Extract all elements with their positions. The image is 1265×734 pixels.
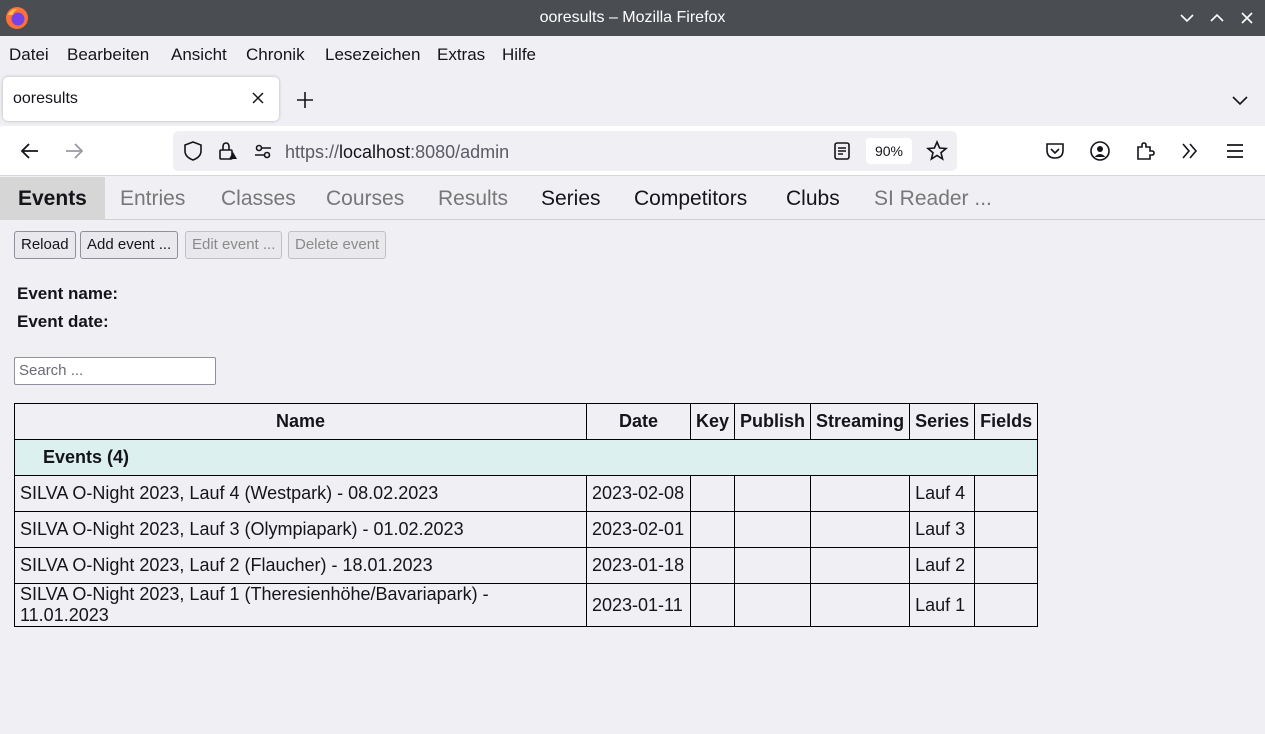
list-all-tabs-icon[interactable]: [1229, 89, 1251, 111]
group-row[interactable]: Events (4): [13, 439, 1039, 476]
bookmark-star-icon[interactable]: [925, 139, 949, 163]
back-icon[interactable]: [18, 139, 42, 163]
col-header-key[interactable]: Key: [689, 403, 736, 440]
col-header-series[interactable]: Series: [909, 403, 976, 440]
search-input[interactable]: Search ...: [14, 357, 216, 385]
extensions-icon[interactable]: [1133, 139, 1157, 163]
col-header-date[interactable]: Date: [586, 403, 691, 440]
table-row[interactable]: SILVA O-Night 2023, Lauf 4 (Westpark) - …: [14, 475, 1039, 512]
cell-fields: [974, 547, 1039, 584]
cell-name: SILVA O-Night 2023, Lauf 2 (Flaucher) - …: [14, 547, 587, 584]
tab-courses[interactable]: Courses: [308, 177, 422, 220]
url-text: https://localhost:8080/admin: [285, 142, 510, 162]
event-date-label: Event date:: [17, 312, 109, 331]
tab-classes[interactable]: Classes: [203, 177, 314, 220]
cell-date: 2023-01-18: [586, 547, 691, 584]
cell-name: SILVA O-Night 2023, Lauf 3 (Olympiapark)…: [14, 511, 587, 548]
cell-key: [689, 583, 736, 627]
event-name-label: Event name:: [17, 284, 119, 303]
app-tabs: Events Entries Classes Courses Results S…: [0, 177, 1265, 220]
overflow-chevron-icon[interactable]: [1178, 139, 1202, 163]
url-bar[interactable]: https://localhost:8080/admin 90%: [173, 131, 957, 171]
menu-extras[interactable]: Extras: [437, 45, 485, 65]
delete-event-button[interactable]: Delete event: [288, 231, 387, 259]
menu-chronik[interactable]: Chronik: [246, 45, 305, 65]
cell-streaming: [810, 511, 911, 548]
cell-streaming: [810, 547, 911, 584]
new-tab-icon[interactable]: [294, 89, 316, 111]
insecure-lock-icon[interactable]: [215, 139, 239, 163]
col-header-name[interactable]: Name: [14, 403, 587, 440]
cell-streaming: [810, 475, 911, 512]
browser-tab[interactable]: ooresults: [3, 77, 279, 121]
table-row[interactable]: SILVA O-Night 2023, Lauf 2 (Flaucher) - …: [14, 547, 1039, 584]
cell-date: 2023-02-01: [586, 511, 691, 548]
cell-date: 2023-01-11: [586, 583, 691, 627]
menu-ansicht[interactable]: Ansicht: [171, 45, 227, 65]
close-window-icon[interactable]: [1236, 7, 1258, 29]
cell-fields: [974, 511, 1039, 548]
minimize-icon[interactable]: [1176, 7, 1198, 29]
pocket-icon[interactable]: [1043, 139, 1067, 163]
window-titlebar: ooresults – Mozilla Firefox: [0, 0, 1265, 36]
menu-lesezeichen[interactable]: Lesezeichen: [325, 45, 420, 65]
tab-results[interactable]: Results: [420, 177, 526, 220]
edit-event-button[interactable]: Edit event ...: [185, 231, 283, 259]
cell-key: [689, 511, 736, 548]
page-content: Events Entries Classes Courses Results S…: [0, 177, 1265, 734]
col-header-streaming[interactable]: Streaming: [810, 403, 911, 440]
menu-bar: Datei Bearbeiten Ansicht Chronik Lesezei…: [0, 36, 1265, 72]
cell-series: Lauf 1: [909, 583, 976, 627]
events-table: Name Date Key Publish Streaming Series F…: [13, 403, 1039, 627]
cell-publish: [734, 475, 812, 512]
cell-fields: [974, 475, 1039, 512]
cell-name: SILVA O-Night 2023, Lauf 4 (Westpark) - …: [14, 475, 587, 512]
close-tab-icon[interactable]: [249, 89, 267, 107]
tab-events[interactable]: Events: [0, 177, 105, 220]
col-header-publish[interactable]: Publish: [734, 403, 812, 440]
window-title: ooresults – Mozilla Firefox: [539, 9, 726, 26]
tab-entries[interactable]: Entries: [102, 177, 203, 220]
cell-name: SILVA O-Night 2023, Lauf 1 (Theresienhöh…: [14, 583, 587, 627]
reader-view-icon[interactable]: [830, 139, 854, 163]
zoom-level[interactable]: 90%: [866, 138, 912, 164]
cell-streaming: [810, 583, 911, 627]
cell-series: Lauf 3: [909, 511, 976, 548]
table-row[interactable]: SILVA O-Night 2023, Lauf 3 (Olympiapark)…: [14, 511, 1039, 548]
account-icon[interactable]: [1088, 139, 1112, 163]
tab-series[interactable]: Series: [523, 177, 619, 220]
menu-bearbeiten[interactable]: Bearbeiten: [67, 45, 149, 65]
page-permissions-icon[interactable]: [251, 139, 275, 163]
cell-key: [689, 547, 736, 584]
reload-button[interactable]: Reload: [14, 231, 76, 259]
tab-competitors[interactable]: Competitors: [616, 177, 765, 220]
tab-title: ooresults: [13, 90, 78, 107]
tab-strip: ooresults: [0, 72, 1265, 126]
group-label: Events (4): [13, 439, 1039, 476]
tab-si-reader[interactable]: SI Reader ...: [856, 177, 1010, 220]
navigation-toolbar: https://localhost:8080/admin 90%: [0, 126, 1265, 176]
add-event-button[interactable]: Add event ...: [80, 231, 179, 259]
cell-publish: [734, 547, 812, 584]
forward-icon[interactable]: [62, 139, 86, 163]
table-row[interactable]: SILVA O-Night 2023, Lauf 1 (Theresienhöh…: [14, 583, 1039, 627]
cell-series: Lauf 4: [909, 475, 976, 512]
cell-publish: [734, 583, 812, 627]
cell-key: [689, 475, 736, 512]
table-header-row: Name Date Key Publish Streaming Series F…: [14, 403, 1039, 440]
menu-hilfe[interactable]: Hilfe: [502, 45, 536, 65]
col-header-fields[interactable]: Fields: [974, 403, 1039, 440]
tab-clubs[interactable]: Clubs: [768, 177, 858, 220]
hamburger-menu-icon[interactable]: [1223, 139, 1247, 163]
maximize-icon[interactable]: [1206, 7, 1228, 29]
cell-series: Lauf 2: [909, 547, 976, 584]
tracking-protection-shield-icon[interactable]: [181, 139, 205, 163]
cell-fields: [974, 583, 1039, 627]
menu-datei[interactable]: Datei: [9, 45, 49, 65]
cell-date: 2023-02-08: [586, 475, 691, 512]
cell-publish: [734, 511, 812, 548]
